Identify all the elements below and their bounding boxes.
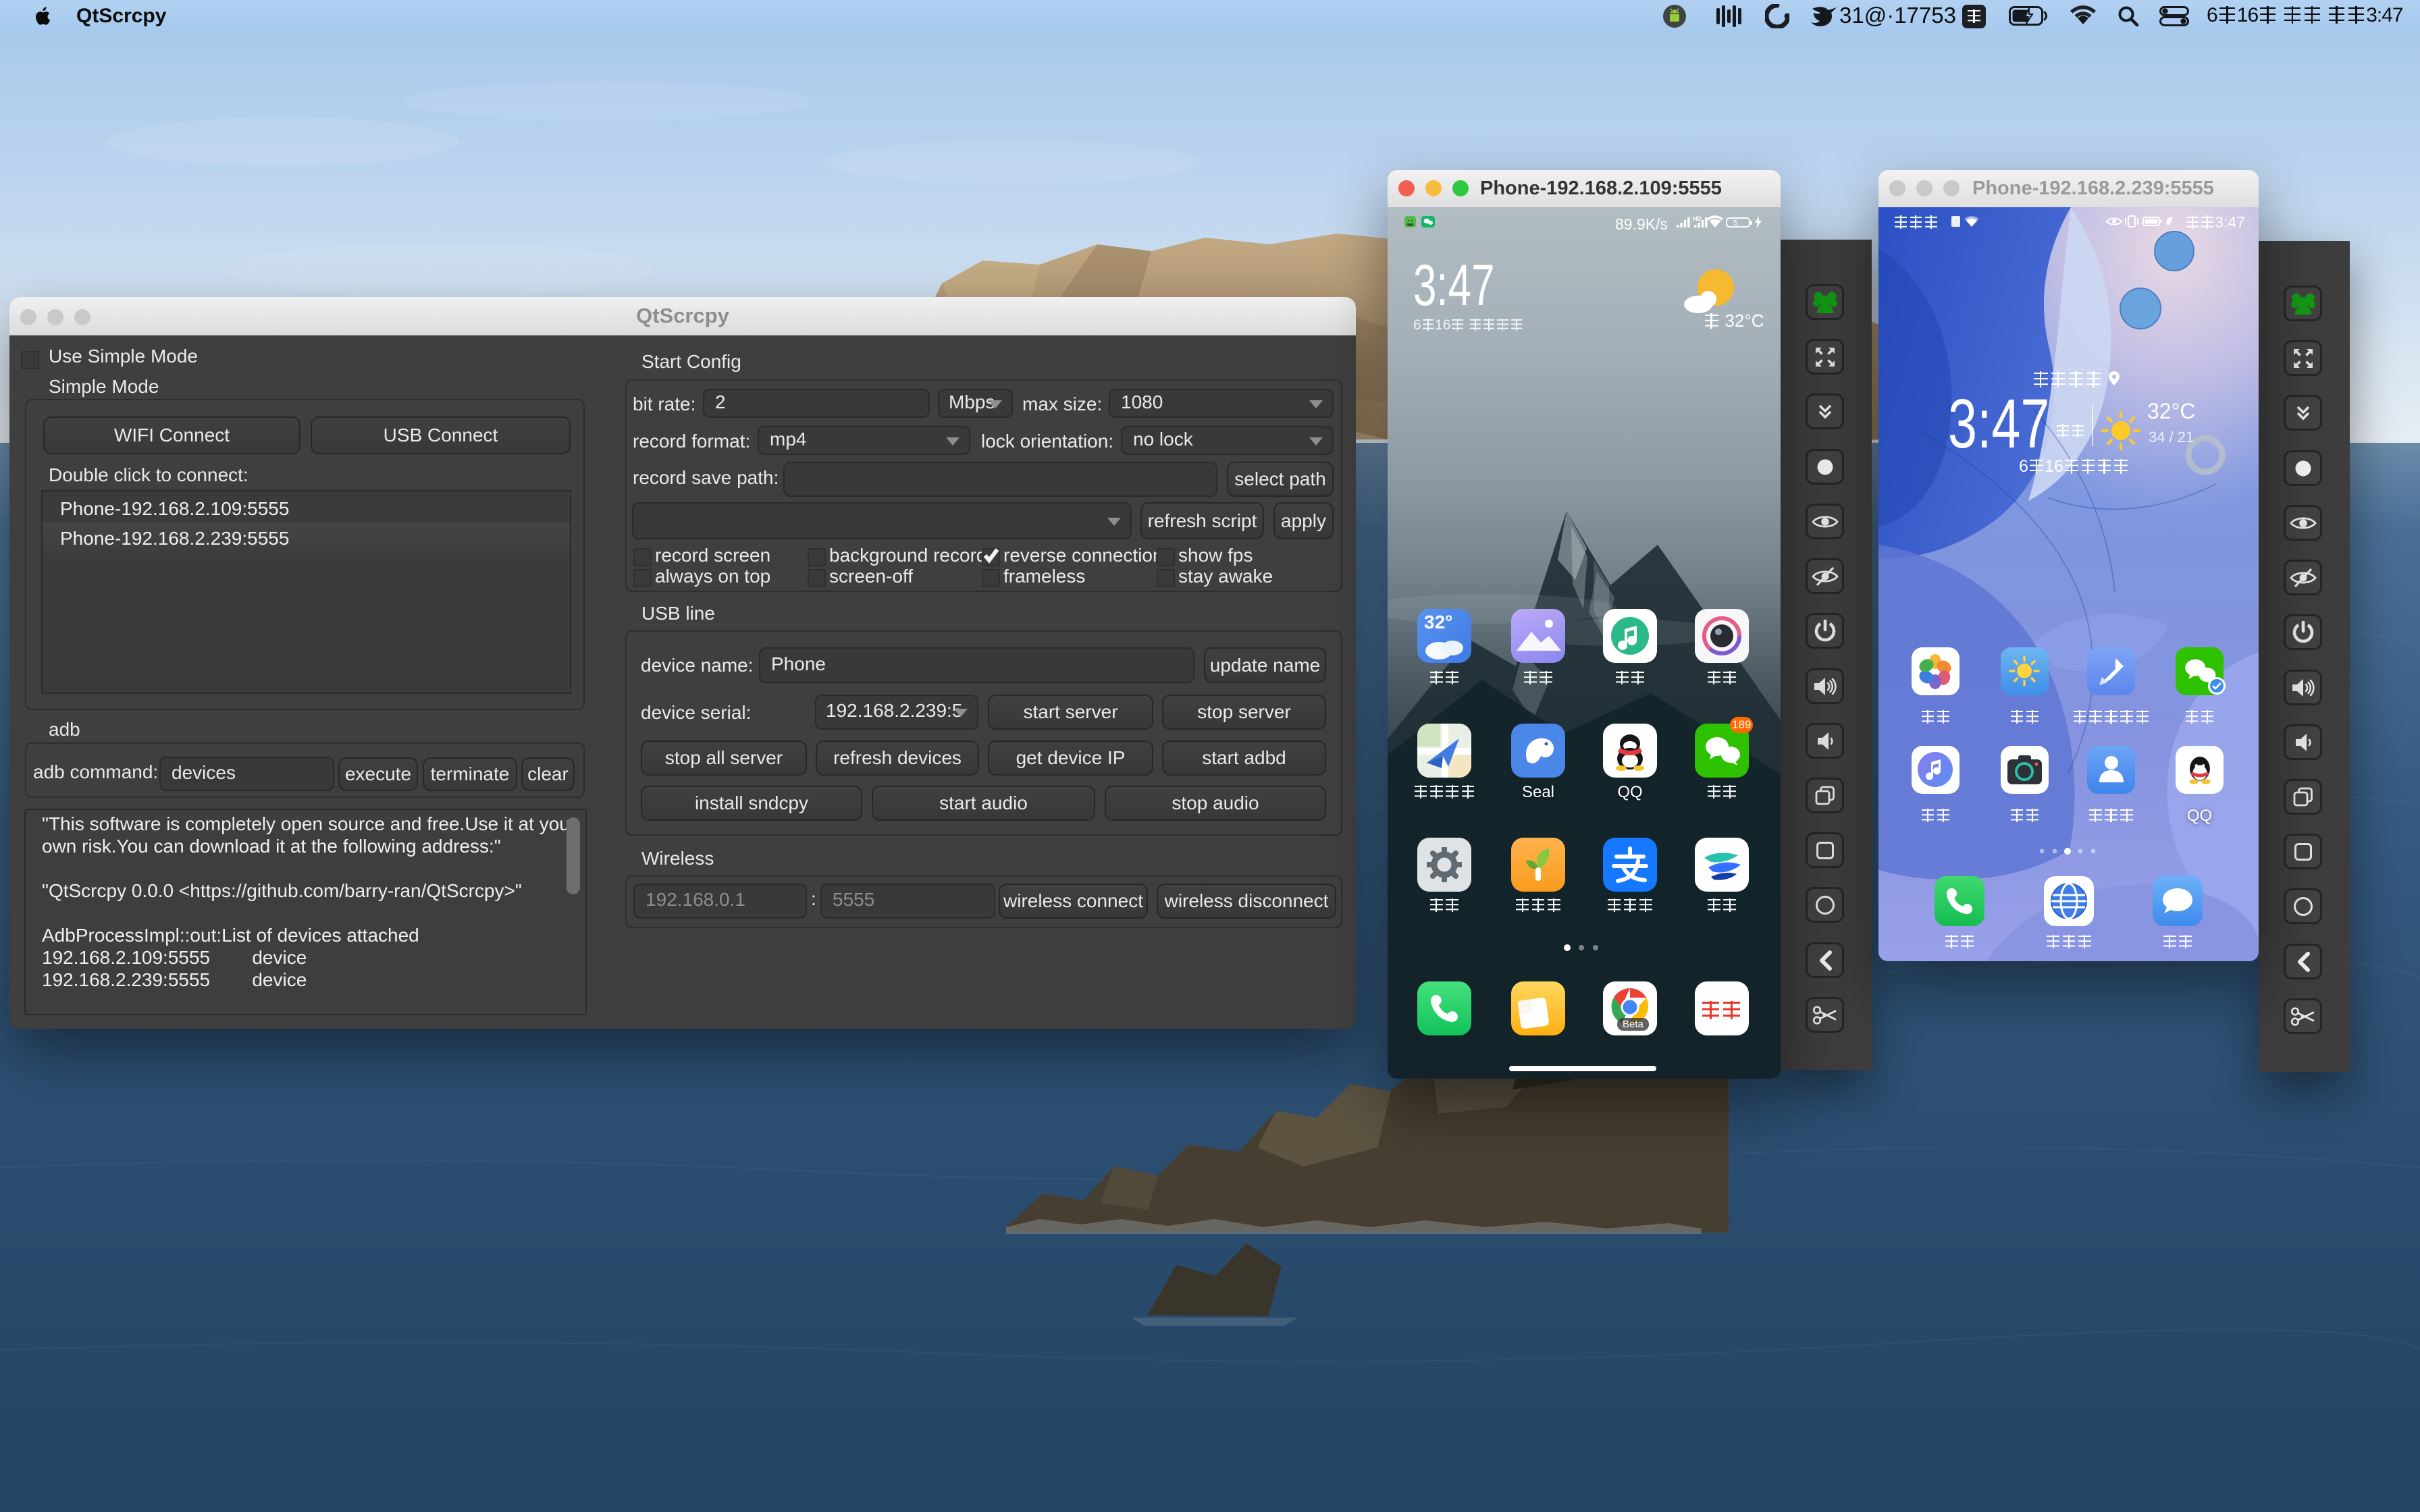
svg-text:HD: HD — [1693, 215, 1702, 222]
svg-text:!: ! — [1953, 218, 1955, 226]
svg-text:5: 5 — [1733, 219, 1737, 227]
